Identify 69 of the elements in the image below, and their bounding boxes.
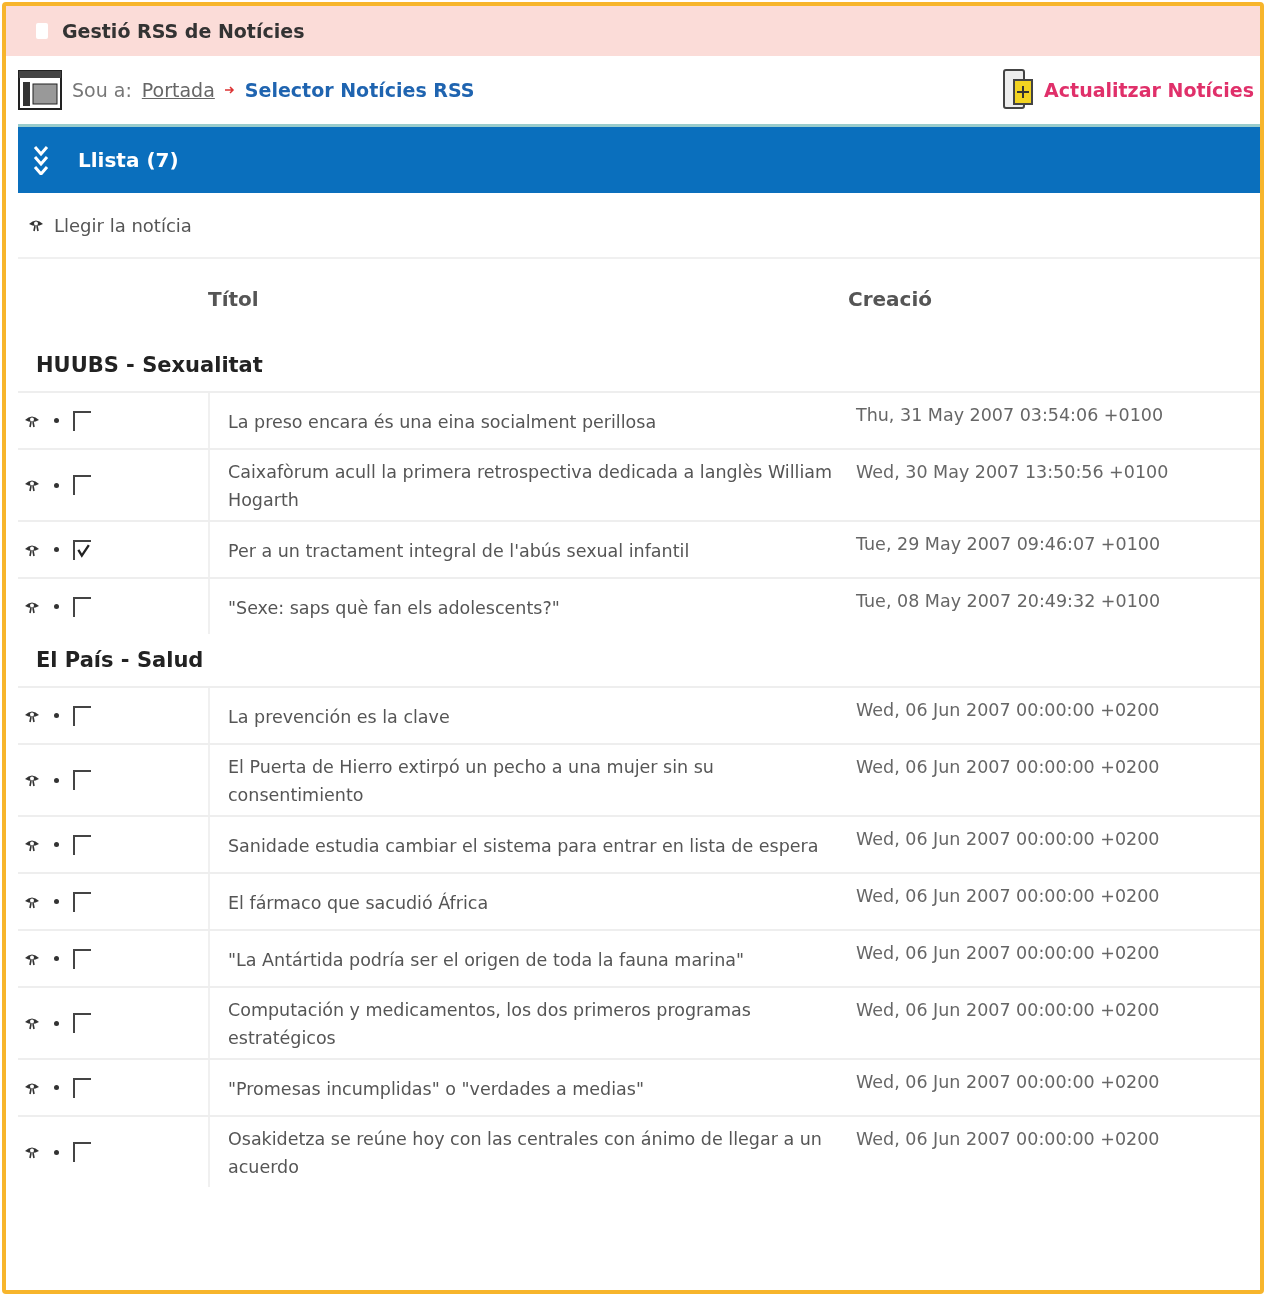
checkbox[interactable] [73, 834, 91, 855]
bullet-icon [54, 547, 59, 552]
creation-date: Wed, 06 Jun 2007 00:00:00 +0200 [855, 756, 1161, 779]
news-title[interactable]: El fármaco que sacudió África [208, 874, 844, 929]
creation-date: Thu, 31 May 2007 03:54:06 +0100 [855, 404, 1165, 427]
checkbox[interactable] [73, 475, 91, 495]
eye-icon[interactable] [24, 478, 40, 492]
bullet-icon [54, 956, 59, 961]
creation-date: Wed, 06 Jun 2007 00:00:00 +0200 [855, 699, 1161, 722]
bullet-icon [54, 1149, 59, 1155]
creation-date: Wed, 06 Jun 2007 00:00:00 +0200 [855, 999, 1161, 1022]
group-heading: HUUBS - Sexualitat [35, 352, 263, 379]
creation-date: Tue, 08 May 2007 20:49:32 +0100 [855, 590, 1162, 613]
bullet-icon [54, 713, 59, 718]
news-title[interactable]: El Puerta de Hierro extirpó un pecho a una mujer sin su consentimiento [208, 745, 844, 815]
news-title[interactable]: Sanidade estudia cambiar el sistema para entrar en lista de espera [208, 817, 844, 872]
checkbox[interactable] [73, 891, 91, 912]
home-link[interactable]: Portada [141, 79, 215, 101]
checkbox[interactable] [73, 948, 91, 969]
news-title[interactable]: La prevención es la clave [208, 688, 844, 743]
news-title[interactable]: "Promesas incumplidas" o "verdades a medias" [208, 1060, 844, 1115]
column-header: Creació [848, 287, 934, 311]
bullet-icon [54, 899, 59, 904]
bullet-icon [54, 482, 59, 488]
creation-date: Wed, 06 Jun 2007 00:00:00 +0200 [855, 885, 1161, 908]
bullet-icon [54, 777, 59, 783]
news-title[interactable]: "Sexe: saps què fan els adolescents?" [208, 579, 844, 634]
checkbox[interactable] [73, 1013, 91, 1033]
checkbox[interactable] [73, 596, 91, 617]
news-title[interactable]: Per a un tractament integral de l'abús sexual infantil [208, 522, 844, 577]
creation-date: Wed, 06 Jun 2007 00:00:00 +0200 [855, 942, 1161, 965]
checkbox[interactable] [73, 1077, 91, 1098]
checkbox[interactable] [73, 705, 91, 726]
group-heading: El País - Salud [35, 647, 204, 674]
bullet-icon [54, 418, 59, 423]
bullet-icon [54, 604, 59, 609]
eye-icon[interactable] [24, 1145, 40, 1159]
collapse-icon [32, 145, 50, 175]
eye-icon[interactable] [24, 773, 40, 787]
bullet-icon [54, 1085, 59, 1090]
breadcrumb-current: Selector Notícies RSS [244, 79, 475, 101]
bullet-icon [54, 842, 59, 847]
news-title[interactable]: Computación y medicamentos, los dos primeros programas estratégicos [208, 988, 844, 1058]
creation-date: Tue, 29 May 2007 09:46:07 +0100 [855, 533, 1162, 556]
checkbox[interactable] [73, 1142, 91, 1162]
news-title[interactable]: "La Antártida podría ser el origen de toda la fauna marina" [208, 931, 844, 986]
page-icon [36, 23, 48, 39]
breadcrumb-prefix: Sou a: [72, 79, 132, 101]
creation-date: Wed, 30 May 2007 13:50:56 +0100 [855, 461, 1170, 484]
window-title: Gestió RSS de Notícies [62, 20, 305, 42]
newspaper-icon [18, 70, 62, 110]
creation-date: Wed, 06 Jun 2007 00:00:00 +0200 [855, 828, 1161, 851]
checkbox[interactable] [73, 410, 91, 431]
eye-icon[interactable] [28, 218, 44, 232]
legend-text: Llegir la notícia [54, 214, 192, 236]
column-header: Títol [208, 287, 260, 311]
bullet-icon [54, 1020, 59, 1026]
section-header[interactable]: Llista (7) [18, 124, 1260, 193]
news-title[interactable]: La preso encara és una eina socialment perillosa [208, 393, 844, 448]
checkbox[interactable] [73, 770, 91, 790]
news-title[interactable]: Caixafòrum acull la primera retrospectiva dedicada a langlès William Hogarth [208, 450, 844, 520]
document-add-icon [1002, 68, 1035, 112]
creation-date: Wed, 06 Jun 2007 00:00:00 +0200 [855, 1128, 1161, 1151]
checkbox[interactable] [73, 539, 91, 560]
eye-icon[interactable] [24, 1016, 40, 1030]
arrow-icon [224, 86, 235, 94]
update-news-link[interactable]: Actualitzar Notícies [1002, 68, 1254, 112]
creation-date: Wed, 06 Jun 2007 00:00:00 +0200 [855, 1071, 1161, 1094]
news-title[interactable]: Osakidetza se reúne hoy con las centrales con ánimo de llegar a un acuerdo [208, 1117, 844, 1187]
